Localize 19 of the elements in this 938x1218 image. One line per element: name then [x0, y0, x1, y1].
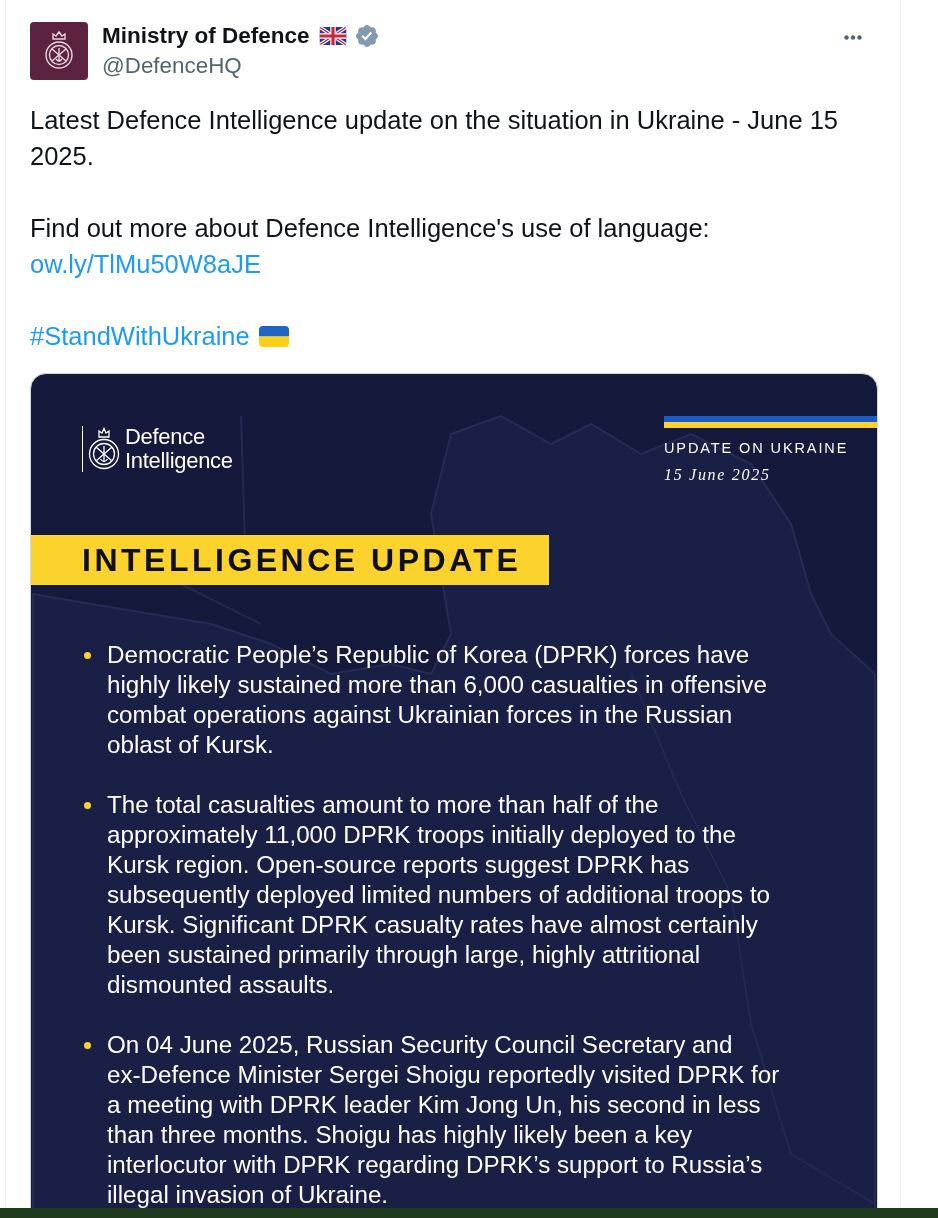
update-label: UPDATE ON UKRAINE: [664, 439, 849, 457]
bullet-text: On 04 June 2025, Russian Security Council Secretary and ex-Defence Minister Sergei Shoigu reportedly visited DPRK for a meeting with DPRK leader Kim Jong Un, his second in less than three months. Shoigu has highly likely been a key interlocutor with DPRK regarding DPRK’s support to Russia’s illegal invasion of Ukraine.: [107, 1030, 781, 1208]
account-name[interactable]: Ministry of Defence: [102, 22, 310, 50]
title-banner: INTELLIGENCE UPDATE: [31, 535, 549, 585]
bullet-text: The total casualties amount to more than half of the approximately 11,000 DPRK troops initially deployed to the Kursk region. Open-source reports suggest DPRK has subsequently deployed limited numbers of additional troops to Kursk. Significant DPRK casualty rates have almost certainly been sustained primarily through large, highly attritional dismounted assaults.: [107, 790, 772, 1000]
crest-icon: [88, 427, 120, 471]
bullet-icon: [84, 802, 91, 809]
logo-wordmark: Defence Intelligence: [125, 425, 233, 473]
bullet-text: Democratic People’s Republic of Korea (DPRK) forces have highly likely sustained more than 6,000 casualties in offensive combat operations against Ukrainian forces in the Russian oblast of Kursk.: [107, 640, 768, 760]
update-date: 15 June 2025: [664, 465, 771, 485]
post-text: Find out more about Defence Intelligence's use of language:: [30, 213, 711, 244]
flag-icon: [258, 325, 289, 347]
account-handle[interactable]: @DefenceHQ: [102, 52, 242, 80]
bullet-icon: [84, 1042, 91, 1049]
post-text: Latest Defence Intelligence update on the situation in Ukraine - June 15 2025.: [30, 105, 840, 172]
more-icon[interactable]: [844, 35, 862, 40]
bullet-icon: [84, 652, 91, 659]
flag-icon: [318, 27, 347, 45]
avatar-crest-icon[interactable]: [30, 22, 88, 80]
